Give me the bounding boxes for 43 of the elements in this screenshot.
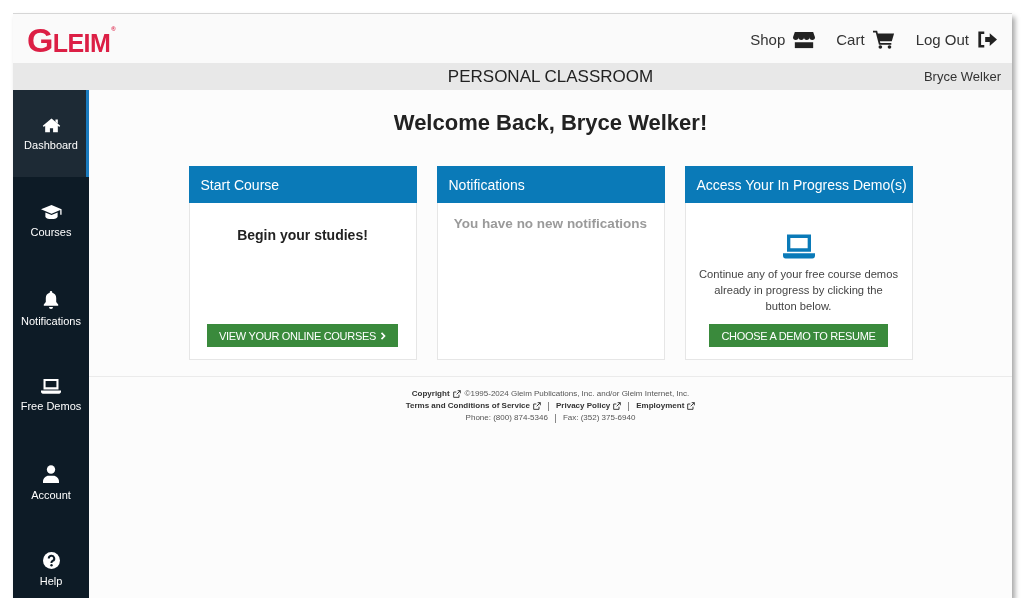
sidebar-item[interactable]: Free Demos <box>13 351 89 438</box>
user-icon <box>43 465 59 483</box>
external-link-icon <box>452 390 461 398</box>
contact-text: Fax: (352) 375-6940 <box>562 412 636 424</box>
card-title: Notifications <box>436 166 665 203</box>
logout-icon <box>977 31 997 48</box>
external-link-icon <box>613 402 622 410</box>
external-link-icon <box>533 402 541 410</box>
card-title: Access Your In Progress Demo(s) <box>684 166 913 203</box>
header-link[interactable]: Log Out <box>915 31 997 48</box>
sidebar-item[interactable]: Account <box>13 438 89 525</box>
cart-icon <box>872 30 895 49</box>
empty-message: You have no new notifications <box>453 215 648 233</box>
sidebar-item[interactable]: Dashboard <box>13 90 89 177</box>
page-title: PERSONAL CLASSROOM <box>447 66 654 87</box>
footer-link[interactable]: Privacy Policy <box>556 400 622 412</box>
user-name: Bryce Welker <box>923 69 1002 84</box>
welcome-heading: Welcome Back, Bryce Welker! <box>393 109 708 137</box>
view-courses-button[interactable]: VIEW YOUR ONLINE COURSES <box>207 324 398 347</box>
home-icon <box>41 117 61 133</box>
card-heading: Begin your studies! <box>237 226 368 244</box>
graduation-cap-icon <box>40 204 62 220</box>
header-link[interactable]: Shop <box>750 30 816 49</box>
store-icon <box>793 30 816 49</box>
sidebar-item[interactable]: Notifications <box>13 264 89 351</box>
laptop-icon <box>782 233 815 259</box>
footer-link[interactable]: Employment <box>636 400 696 412</box>
copyright-text: ©1995-2024 Gleim Publications, Inc. and/or Gleim Internet, Inc. <box>464 388 690 400</box>
external-link-icon <box>687 402 696 410</box>
sidebar-item[interactable]: Help <box>13 525 89 598</box>
resume-demo-button[interactable]: CHOOSE A DEMO TO RESUME <box>709 324 888 347</box>
help-icon <box>42 552 60 569</box>
sidebar-item[interactable]: Courses <box>13 177 89 264</box>
chevron-right-icon <box>380 331 386 340</box>
logo[interactable]: GLEIM$^{®}$ <box>27 23 116 57</box>
card-title: Start Course <box>188 166 417 203</box>
footer-link[interactable]: Copyright <box>411 388 461 400</box>
header-link[interactable]: Cart <box>836 30 895 49</box>
footer-link[interactable]: Terms and Conditions of Service <box>405 400 541 412</box>
contact-text: Phone: (800) 874-5346 <box>465 412 548 424</box>
laptop-icon <box>41 378 61 394</box>
card-description: Continue any of your free course demos already in progress by clicking the button below. <box>698 267 899 314</box>
bell-icon <box>43 291 59 309</box>
